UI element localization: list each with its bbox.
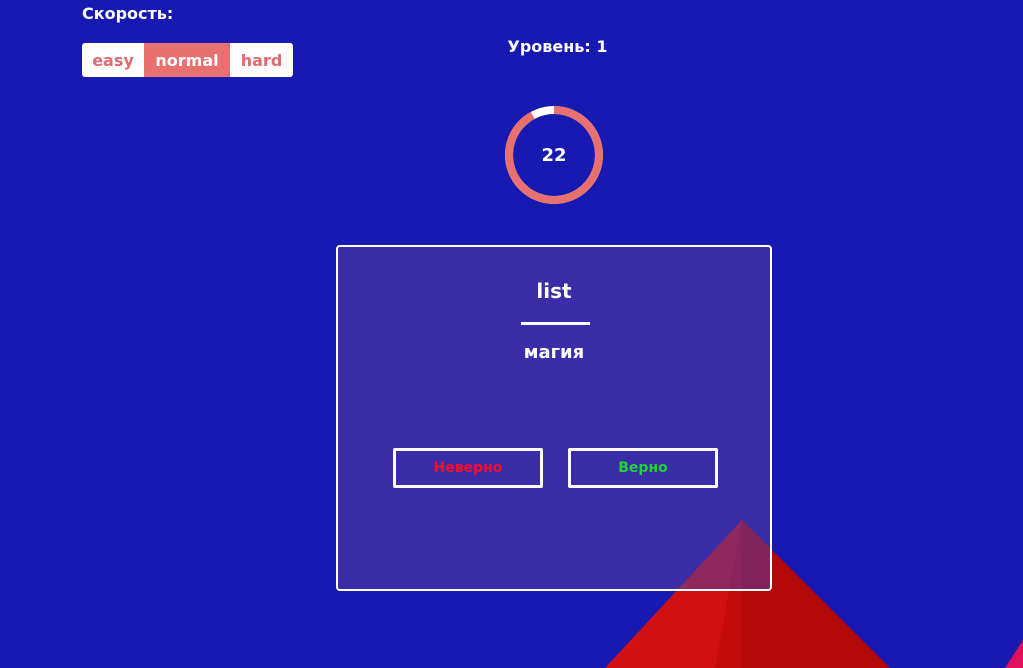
word-card: list магия Неверно Верно	[336, 245, 772, 591]
speed-normal-button[interactable]: normal	[144, 43, 230, 77]
countdown-timer: 22	[502, 103, 606, 207]
speed-hard-button[interactable]: hard	[230, 43, 293, 77]
card-translation: магия	[523, 342, 585, 363]
speed-easy-button[interactable]: easy	[82, 43, 144, 77]
wrong-button[interactable]: Неверно	[393, 448, 543, 488]
card-word: list	[536, 279, 572, 303]
card-divider	[521, 322, 590, 325]
right-button[interactable]: Верно	[568, 448, 718, 488]
pink-corner	[1005, 640, 1023, 668]
level-label: Уровень: 1	[507, 37, 608, 56]
speed-selector: easy normal hard	[82, 43, 293, 77]
timer-value: 22	[541, 144, 567, 166]
speed-label: Скорость:	[82, 4, 174, 23]
